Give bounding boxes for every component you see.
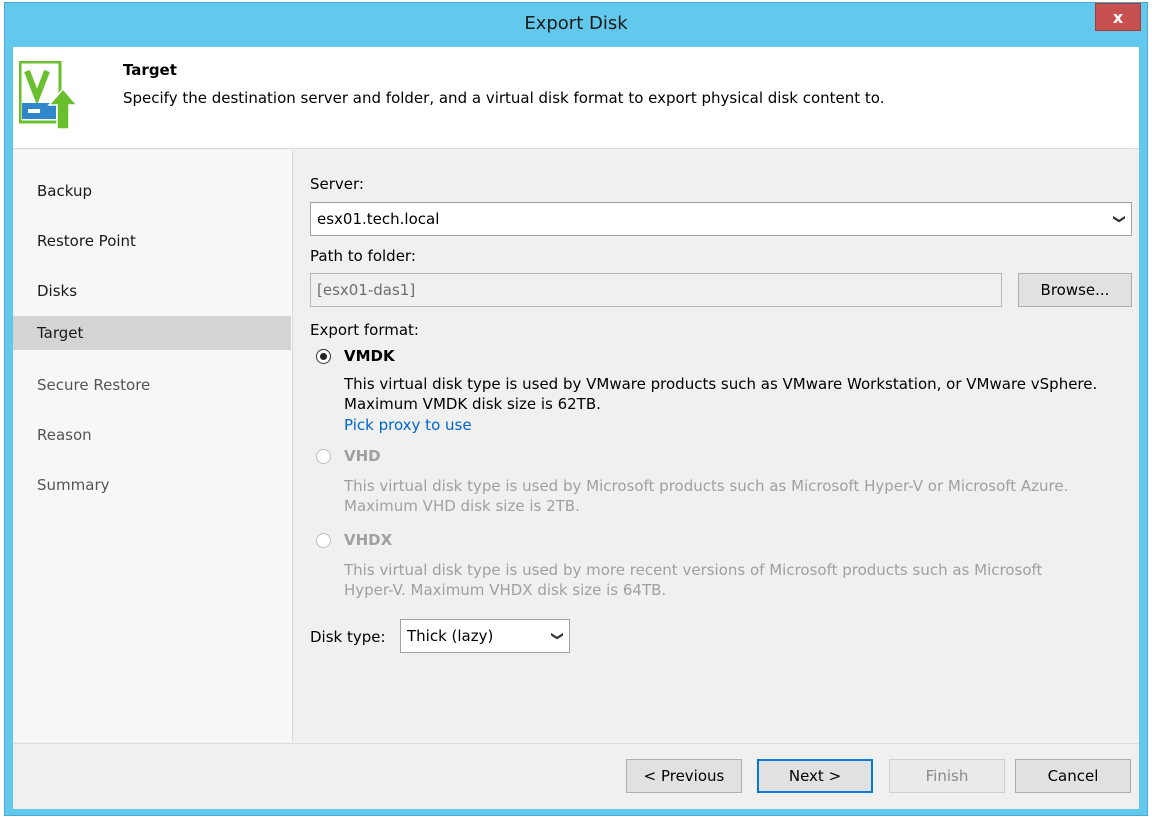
vhd-radio: [316, 449, 331, 464]
vhdx-description-line1: This virtual disk type is used by more r…: [344, 561, 1043, 579]
vhdx-description: This virtual disk type is used by more r…: [344, 560, 1152, 600]
page-title: Target: [123, 61, 177, 79]
server-label: Server:: [310, 175, 364, 193]
browse-button[interactable]: Browse...: [1018, 273, 1132, 307]
next-button[interactable]: Next >: [757, 759, 873, 793]
path-field[interactable]: [esx01-das1]: [310, 273, 1002, 307]
vmdk-description-line1: This virtual disk type is used by VMware…: [344, 375, 1098, 393]
dialog-client: Target Specify the destination server an…: [13, 47, 1139, 809]
sidebar-item-secure-restore: Secure Restore: [37, 376, 151, 394]
disk-type-select[interactable]: Thick (lazy) ❯: [400, 619, 570, 653]
close-button[interactable]: x: [1095, 3, 1141, 31]
vhdx-radio: [316, 533, 331, 548]
server-select[interactable]: esx01.tech.local ❯: [310, 202, 1132, 236]
sidebar-item-disks[interactable]: Disks: [13, 274, 291, 308]
vmdk-description: This virtual disk type is used by VMware…: [344, 374, 1152, 414]
vmdk-description-line2: Maximum VMDK disk size is 62TB.: [344, 395, 601, 413]
page-description: Specify the destination server and folde…: [123, 89, 885, 107]
sidebar-item-summary: Summary: [37, 476, 110, 494]
cancel-button[interactable]: Cancel: [1015, 759, 1131, 793]
disk-type-label: Disk type:: [310, 628, 386, 646]
sidebar-item-target[interactable]: Target: [13, 316, 291, 350]
wizard-footer: < Previous Next > Finish Cancel: [13, 743, 1139, 809]
export-disk-window: Export Disk x Target Specify the destina…: [4, 2, 1148, 816]
window-title: Export Disk: [524, 13, 628, 34]
vhdx-description-line2: Hyper-V. Maximum VHDX disk size is 64TB.: [344, 581, 667, 599]
target-settings-panel: Server: esx01.tech.local ❯ Path to folde…: [294, 150, 1139, 742]
vhd-description-line1: This virtual disk type is used by Micros…: [344, 477, 1069, 495]
sidebar-item-restore-point[interactable]: Restore Point: [13, 224, 291, 258]
wizard-steps-sidebar: Backup Restore Point Disks Target Secure…: [13, 150, 293, 742]
finish-button: Finish: [889, 759, 1005, 793]
vhdx-option-title: VHDX: [344, 531, 393, 549]
server-value: esx01.tech.local: [317, 210, 440, 228]
path-label: Path to folder:: [310, 247, 416, 265]
previous-button[interactable]: < Previous: [626, 759, 742, 793]
vhd-description: This virtual disk type is used by Micros…: [344, 476, 1152, 516]
vmdk-radio[interactable]: [316, 349, 331, 364]
pick-proxy-link[interactable]: Pick proxy to use: [344, 416, 472, 434]
veeam-export-icon: [19, 61, 79, 130]
vhd-description-line2: Maximum VHD disk size is 2TB.: [344, 497, 580, 515]
disk-type-value: Thick (lazy): [407, 627, 494, 645]
sidebar-item-reason: Reason: [37, 426, 92, 444]
title-bar[interactable]: Export Disk x: [5, 3, 1147, 47]
vhd-option-title: VHD: [344, 447, 381, 465]
wizard-header: Target Specify the destination server an…: [13, 47, 1139, 149]
vmdk-option-title[interactable]: VMDK: [344, 347, 395, 365]
sidebar-item-backup[interactable]: Backup: [13, 174, 291, 208]
chevron-down-icon: ❯: [1112, 213, 1127, 225]
path-value: [esx01-das1]: [317, 281, 416, 299]
export-format-label: Export format:: [310, 321, 419, 339]
chevron-down-icon: ❯: [550, 630, 565, 642]
